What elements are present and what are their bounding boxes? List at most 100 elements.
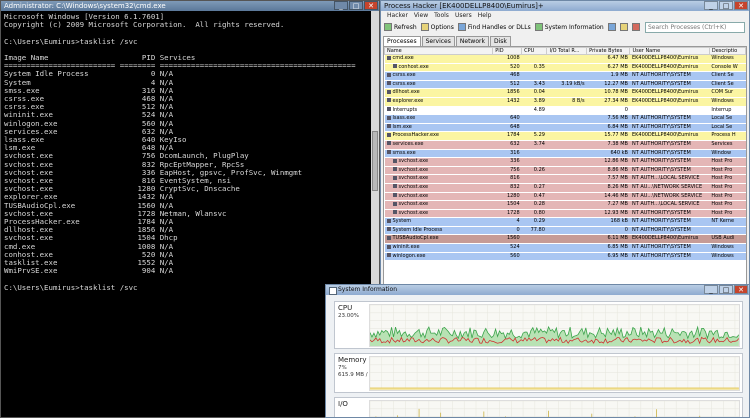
tab-disk[interactable]: Disk xyxy=(489,36,511,46)
process-row[interactable]: smss.exe 316 640 kB NT AUTHORITY\SYSTEM Wind… xyxy=(384,149,746,159)
cmd-console-output[interactable]: Microsoft Windows [Version 6.1.7601] Cop… xyxy=(1,11,379,292)
process-row[interactable]: services.exe 632 3.74 7.38 MB NT AUTHORITY\S… xyxy=(384,140,746,150)
process-description: Host Pro xyxy=(709,183,746,193)
process-description: Windows xyxy=(709,97,746,107)
process-row[interactable]: svchost.exe 1504 0.28 7.27 MB NT AUTH...\LOC… xyxy=(384,200,746,210)
refresh-icon xyxy=(384,23,392,31)
tab-network[interactable]: Network xyxy=(455,36,489,46)
process-name: csrss.exe xyxy=(384,80,493,90)
si-minimize-button[interactable]: _ xyxy=(704,285,718,294)
process-row[interactable]: svchost.exe 1728 0.80 12.93 MB NT AUTHORITY\… xyxy=(384,209,746,219)
process-row[interactable]: svchost.exe 816 7.57 MB NT AUTH...\LOCAL SE… xyxy=(384,174,746,184)
column-description[interactable]: Descriptio xyxy=(708,47,746,55)
ph-minimize-button[interactable]: _ xyxy=(704,1,718,10)
si-close-button[interactable]: ✕ xyxy=(734,285,748,294)
process-icon xyxy=(386,244,391,249)
process-icon xyxy=(386,150,391,155)
process-pid: 832 xyxy=(492,183,522,193)
process-user: NT AUTHORITY\SYSTEM xyxy=(629,166,710,176)
process-private-bytes: 6.84 MB xyxy=(586,123,630,133)
cmd-close-button[interactable]: ✕ xyxy=(364,1,378,10)
properties-button[interactable] xyxy=(619,23,628,31)
process-pid: 0 xyxy=(492,226,522,236)
process-row[interactable]: ProcessHacker.exe 1784 5.29 15.77 MB EK400DE… xyxy=(384,131,746,141)
process-row[interactable]: Interrupts 4.89 0 Interrup xyxy=(384,106,746,116)
process-row[interactable]: cmd.exe 1008 6.47 MB EK400DELLP8400\Eumirus… xyxy=(384,54,746,64)
process-io xyxy=(546,157,587,167)
ph-title-bar[interactable]: Process Hacker [EK400DELLP8400\Eumirus]+… xyxy=(381,1,749,11)
process-user: NT AUTH...\LOCAL SERVICE xyxy=(629,174,710,184)
process-row[interactable]: svchost.exe 1280 0.47 14.46 MB NT AU...\NETW… xyxy=(384,192,746,202)
process-row[interactable]: System Idle Process 0 77.80 0 NT AUTHORITY\S… xyxy=(384,226,746,236)
process-io xyxy=(546,166,587,176)
process-row[interactable]: svchost.exe 336 12.86 MB NT AUTHORITY\SYSTE… xyxy=(384,157,746,167)
process-row[interactable]: TUSBAudioCpl.exe 1560 6.11 MB EK400DELLP840… xyxy=(384,234,746,245)
process-row[interactable]: lsm.exe 648 6.84 MB NT AUTHORITY\SYSTEM Loca… xyxy=(384,123,746,133)
column-private-bytes[interactable]: Private Bytes xyxy=(586,47,631,55)
process-user: NT AUTHORITY\SYSTEM xyxy=(629,80,710,90)
process-user: EK400DELLP8400\Eumirus xyxy=(629,54,710,64)
process-row[interactable]: dllhost.exe 1856 0.04 10.78 MB EK400DELLP840… xyxy=(384,88,746,98)
process-row[interactable]: csrss.exe 512 3.43 3.19 kB/s 12.27 MB NT AUTH… xyxy=(384,80,746,90)
si-title: System Information xyxy=(338,286,398,293)
column-io[interactable]: I/O Total R... xyxy=(546,47,588,55)
process-row[interactable]: svchost.exe 756 0.26 8.86 MB NT AUTHORITY\SY… xyxy=(384,166,746,176)
menu-hacker[interactable]: Hacker xyxy=(387,11,408,20)
process-row[interactable]: System 4 0.29 168 kB NT AUTHORITY\SYSTEM NT K… xyxy=(384,217,746,227)
process-cpu: 0.27 xyxy=(521,183,547,193)
process-description: Host Pro xyxy=(709,209,746,219)
menu-tools[interactable]: Tools xyxy=(434,11,449,20)
cmd-minimize-button[interactable]: _ xyxy=(334,1,348,10)
process-io xyxy=(546,174,587,184)
process-name-text: explorer.exe xyxy=(392,97,424,104)
process-user: NT AUTHORITY\SYSTEM xyxy=(629,217,710,227)
cmd-title-bar[interactable]: Administrator: C:\Windows\system32\cmd.e… xyxy=(1,1,379,11)
ph-maximize-button[interactable]: □ xyxy=(719,1,733,10)
process-private-bytes: 7.57 MB xyxy=(586,174,630,184)
process-io xyxy=(546,183,587,193)
process-user: EK400DELLP8400\Eumirus xyxy=(629,131,710,141)
menu-help[interactable]: Help xyxy=(478,11,492,20)
ph-close-button[interactable]: ✕ xyxy=(734,1,748,10)
process-row[interactable]: wininit.exe 524 6.85 MB NT AUTHORITY\SYSTEM… xyxy=(384,243,746,253)
column-name[interactable]: Name xyxy=(384,47,494,55)
refresh-button[interactable]: Refresh xyxy=(384,23,417,31)
terminate-button[interactable] xyxy=(631,23,640,31)
process-row[interactable]: lsass.exe 640 7.56 MB NT AUTHORITY\SYSTEM Lo… xyxy=(384,114,746,124)
process-cpu: 0.28 xyxy=(521,200,547,210)
options-button[interactable]: Options xyxy=(420,23,454,31)
cmd-maximize-button[interactable]: □ xyxy=(349,1,363,10)
process-name: cmd.exe xyxy=(384,54,493,64)
system-information-button[interactable]: System Information xyxy=(534,23,604,31)
process-name: ProcessHacker.exe xyxy=(384,131,493,141)
process-search-input[interactable]: Search Processes (Ctrl+K) xyxy=(645,22,745,33)
cmd-title: Administrator: C:\Windows\system32\cmd.e… xyxy=(4,2,166,10)
memory-panel[interactable]: Memory 7% 615.9 MB / 8.6 GB xyxy=(334,353,743,393)
io-panel[interactable]: I/O xyxy=(334,397,743,417)
column-pid[interactable]: PID xyxy=(492,47,523,55)
tab-services[interactable]: Services xyxy=(421,36,455,46)
process-user: NT AUTHORITY\SYSTEM xyxy=(629,71,710,81)
menu-view[interactable]: View xyxy=(414,11,428,20)
process-cpu: 3.89 xyxy=(521,97,547,107)
cmd-scrollbar-thumb[interactable] xyxy=(372,131,378,191)
process-row[interactable]: winlogon.exe 560 6.95 MB NT AUTHORITY\SYSTE… xyxy=(384,252,746,262)
process-row[interactable]: csrss.exe 468 1.9 MB NT AUTHORITY\SYSTEM Cli… xyxy=(384,71,746,81)
si-maximize-button[interactable]: □ xyxy=(719,285,733,294)
process-user: NT AUTHORITY\SYSTEM xyxy=(629,157,710,167)
column-cpu[interactable]: CPU xyxy=(521,47,548,55)
process-private-bytes: 168 kB xyxy=(586,217,630,227)
si-title-bar[interactable]: System Information _ □ ✕ xyxy=(326,285,749,295)
find-handles-button[interactable]: Find Handles or DLLs xyxy=(457,23,531,31)
tab-processes[interactable]: Processes xyxy=(383,36,421,46)
window-icon-button[interactable] xyxy=(607,23,616,31)
process-row[interactable]: explorer.exe 1432 3.89 8 B/s 27.34 MB EK400DE… xyxy=(384,97,746,107)
menu-users[interactable]: Users xyxy=(455,11,472,20)
cpu-panel[interactable]: CPU 23.00% xyxy=(334,301,743,349)
process-row[interactable]: svchost.exe 832 0.27 8.26 MB NT AU...\NETWOR… xyxy=(384,183,746,193)
process-row[interactable]: conhost.exe 520 0.35 6.27 MB EK400DELLP8400\… xyxy=(384,63,746,73)
column-user-name[interactable]: User Name xyxy=(629,47,710,55)
process-name-text: lsm.exe xyxy=(392,123,412,130)
process-description: NT Kerne xyxy=(709,217,746,227)
process-icon xyxy=(386,72,391,77)
